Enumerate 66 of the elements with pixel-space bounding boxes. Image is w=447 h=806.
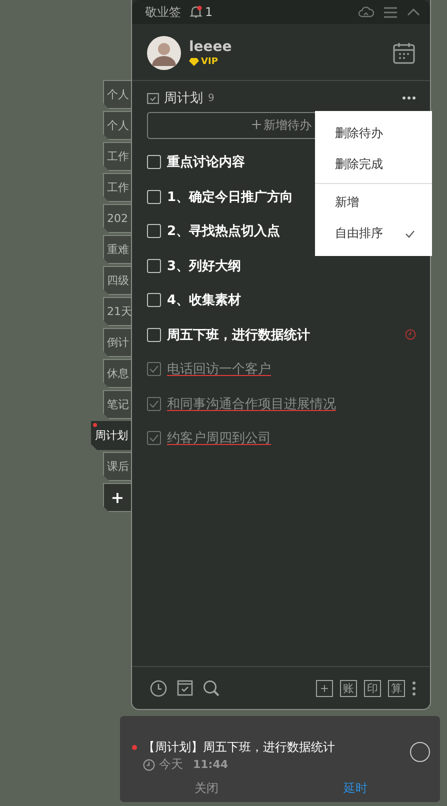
todo-text: 2、寻找热点切入点 [167, 222, 280, 240]
side-tab[interactable]: 周计划 [91, 421, 131, 450]
collapse-icon[interactable] [407, 8, 420, 16]
toolbar-button[interactable]: 算 [388, 680, 405, 696]
avatar[interactable] [147, 36, 181, 70]
side-tab[interactable]: 个人 [103, 111, 131, 140]
checkbox[interactable] [147, 396, 161, 411]
todo-text: 1、确定今日推广方向 [167, 188, 294, 206]
menu-icon[interactable] [384, 6, 397, 18]
toolbar-button[interactable]: + [316, 680, 333, 696]
list-title: 周计划 [164, 90, 203, 107]
item-count: 9 [208, 92, 214, 104]
todo-text: 重点讨论内容 [167, 154, 245, 172]
checkbox[interactable] [147, 431, 161, 446]
bell-icon[interactable] [189, 5, 203, 19]
side-tab[interactable]: 个人 [103, 80, 131, 109]
toolbar-button[interactable]: 印 [364, 680, 381, 696]
toolbar-button[interactable]: 账 [340, 680, 357, 696]
menu-item[interactable]: 删除待办 [335, 125, 383, 142]
side-tab[interactable]: 工作 [103, 142, 131, 171]
calendar-check-icon[interactable] [177, 680, 193, 696]
notification-day: 今天 [159, 756, 183, 773]
todo-text: 4、收集素材 [167, 292, 242, 310]
notification-count: 1 [205, 5, 213, 19]
search-icon[interactable] [203, 680, 220, 696]
add-tab-button[interactable]: + [103, 483, 131, 512]
checkbox[interactable] [147, 258, 161, 273]
calendar-icon[interactable] [393, 42, 415, 64]
side-tab[interactable]: 休息 [103, 359, 131, 388]
checkbox[interactable] [147, 362, 161, 376]
menu-item[interactable]: 自由排序 [335, 225, 383, 242]
todo-text: 3、列好大纲 [167, 258, 242, 275]
checkbox[interactable] [147, 155, 161, 170]
todo-text: 周五下班，进行数据统计 [167, 326, 310, 344]
menu-item[interactable]: 新增 [335, 194, 359, 211]
done-circle[interactable] [410, 742, 430, 762]
side-tab[interactable]: 课后 [103, 452, 131, 481]
app-name: 敬业签 [145, 4, 181, 20]
more-vertical-icon[interactable] [412, 680, 416, 696]
clock-icon [143, 758, 155, 770]
vip-badge: VIP [189, 57, 232, 67]
side-tab[interactable]: 21天 [103, 297, 131, 326]
checkbox[interactable] [147, 190, 161, 204]
todo-text: 电话回访一个客户 [167, 361, 271, 378]
checkbox[interactable] [147, 224, 161, 238]
snooze-button[interactable]: 延时 [281, 776, 430, 801]
checkbox[interactable] [147, 293, 161, 308]
notification-title: 【周计划】周五下班，进行数据统计 [143, 738, 335, 756]
checkbox[interactable] [147, 328, 161, 342]
side-tab[interactable]: 笔记 [103, 390, 131, 419]
side-tab[interactable]: 202 [103, 204, 131, 233]
side-tab[interactable]: 四级 [103, 266, 131, 295]
more-icon[interactable] [402, 96, 416, 100]
todo-text: 和同事沟通合作项目进展情况 [167, 396, 336, 413]
todo-text: 约客户周四到公司 [167, 430, 271, 448]
checklist-icon [147, 92, 159, 104]
side-tab[interactable]: 倒计 [103, 328, 131, 357]
side-tab[interactable]: 工作 [103, 173, 131, 202]
menu-item[interactable]: 删除完成 [335, 156, 383, 173]
user-name: leeee [189, 39, 232, 55]
plus-icon [252, 120, 260, 129]
notification-time: 11:44 [193, 758, 228, 771]
side-tab[interactable]: 重难 [103, 235, 131, 264]
clock-icon[interactable] [150, 680, 167, 696]
cloud-icon[interactable] [358, 6, 374, 18]
close-button[interactable]: 关闭 [132, 776, 281, 801]
